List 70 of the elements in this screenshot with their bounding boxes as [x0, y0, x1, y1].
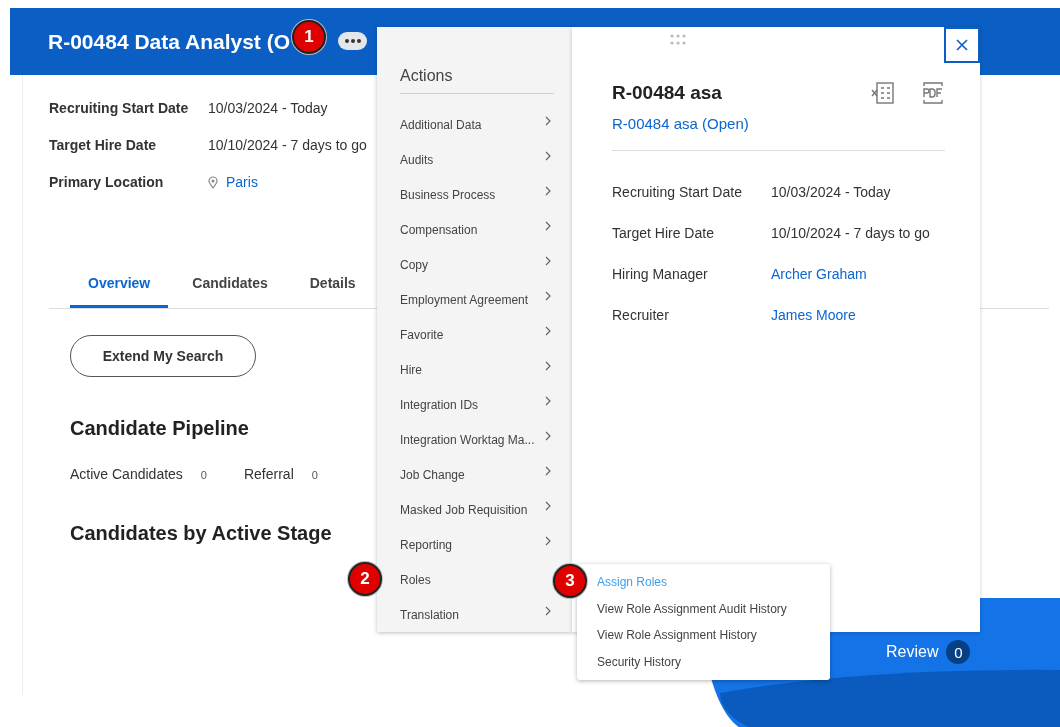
- menu-item[interactable]: Integration Worktag Ma...: [400, 422, 551, 457]
- extend-search-button[interactable]: Extend My Search: [70, 335, 256, 377]
- chevron-right-icon: [545, 185, 551, 196]
- chevron-right-icon: [545, 500, 551, 511]
- chevron-right-icon: [545, 255, 551, 266]
- field-value: 10/10/2024 - 7 days to go: [771, 224, 930, 243]
- chevron-right-icon: [545, 535, 551, 546]
- field-value: 10/03/2024 - Today: [771, 183, 891, 202]
- menu-item[interactable]: Favorite: [400, 317, 551, 352]
- menu-item[interactable]: Masked Job Requisition: [400, 492, 551, 527]
- location-pin-icon: [208, 175, 218, 189]
- chevron-right-icon: [545, 150, 551, 161]
- pdf-icon[interactable]: [921, 81, 945, 105]
- tab[interactable]: Details: [291, 271, 374, 308]
- chevron-right-icon: [545, 430, 551, 441]
- more-actions-button[interactable]: [338, 32, 367, 50]
- chevron-right-icon: [545, 115, 551, 126]
- stat-count: 0: [311, 469, 318, 481]
- chevron-right-icon: [545, 325, 551, 336]
- menu-item[interactable]: Compensation: [400, 212, 551, 247]
- submenu-item[interactable]: Security History: [597, 649, 682, 676]
- field-label: Recruiter: [612, 306, 670, 325]
- step-number-badge: 2: [348, 562, 382, 596]
- section-heading: Candidates by Active Stage: [70, 522, 332, 545]
- tab[interactable]: Overview: [70, 271, 169, 308]
- close-button[interactable]: [944, 27, 980, 63]
- person-link[interactable]: James Moore: [771, 306, 856, 325]
- ellipsis-icon: [342, 38, 363, 44]
- menu-item[interactable]: Job Change: [400, 457, 551, 492]
- field-label: Recruiting Start Date: [49, 99, 190, 117]
- chevron-right-icon: [545, 290, 551, 301]
- chevron-right-icon: [545, 220, 551, 231]
- menu-item[interactable]: Copy: [400, 247, 551, 282]
- chevron-right-icon: [545, 465, 551, 476]
- person-link[interactable]: Archer Graham: [771, 265, 867, 284]
- spreadsheet-icon[interactable]: [871, 81, 895, 105]
- location-link[interactable]: Paris: [226, 173, 258, 191]
- field-label: Target Hire Date: [612, 224, 715, 243]
- menu-item[interactable]: Additional Data: [400, 107, 551, 142]
- menu-item[interactable]: Hire: [400, 352, 551, 387]
- field-label: Target Hire Date: [49, 136, 158, 154]
- field-label: Primary Location: [49, 173, 165, 191]
- menu-item[interactable]: Employment Agreement: [400, 282, 551, 317]
- requisition-link[interactable]: R-00484 asa (Open): [612, 115, 945, 132]
- page-title: R-00484 Data Analyst (O: [48, 29, 290, 54]
- drag-handle-icon[interactable]: [669, 34, 687, 46]
- stage-label: Review: [886, 643, 939, 661]
- chevron-right-icon: [545, 605, 551, 616]
- menu-title: Actions: [400, 67, 554, 94]
- chevron-right-icon: [545, 360, 551, 371]
- menu-item[interactable]: Integration IDs: [400, 387, 551, 422]
- menu-item[interactable]: Roles: [400, 562, 551, 597]
- tab[interactable]: Candidates: [174, 271, 286, 308]
- submenu-item[interactable]: View Role Assignment Audit History: [597, 596, 787, 623]
- section-heading: Candidate Pipeline: [70, 417, 249, 440]
- menu-item[interactable]: Reporting: [400, 527, 551, 562]
- close-icon: [956, 39, 968, 51]
- stat-label: Active Candidates: [70, 466, 183, 482]
- field-value: 10/10/2024 - 7 days to go: [208, 136, 367, 154]
- menu-item[interactable]: Audits: [400, 142, 551, 177]
- field-label: Recruiting Start Date: [612, 183, 743, 202]
- menu-item[interactable]: Translation: [400, 597, 551, 632]
- preview-title: R-00484 asa: [612, 82, 723, 104]
- stat-count: 0: [200, 469, 207, 481]
- submenu-item[interactable]: View Role Assignment History: [597, 623, 757, 650]
- menu-item[interactable]: Business Process: [400, 177, 551, 212]
- field-value: 10/03/2024 - Today: [208, 99, 328, 117]
- field-label: Hiring Manager: [612, 265, 709, 284]
- chevron-right-icon: [545, 395, 551, 406]
- stat-label: Referral: [243, 466, 294, 482]
